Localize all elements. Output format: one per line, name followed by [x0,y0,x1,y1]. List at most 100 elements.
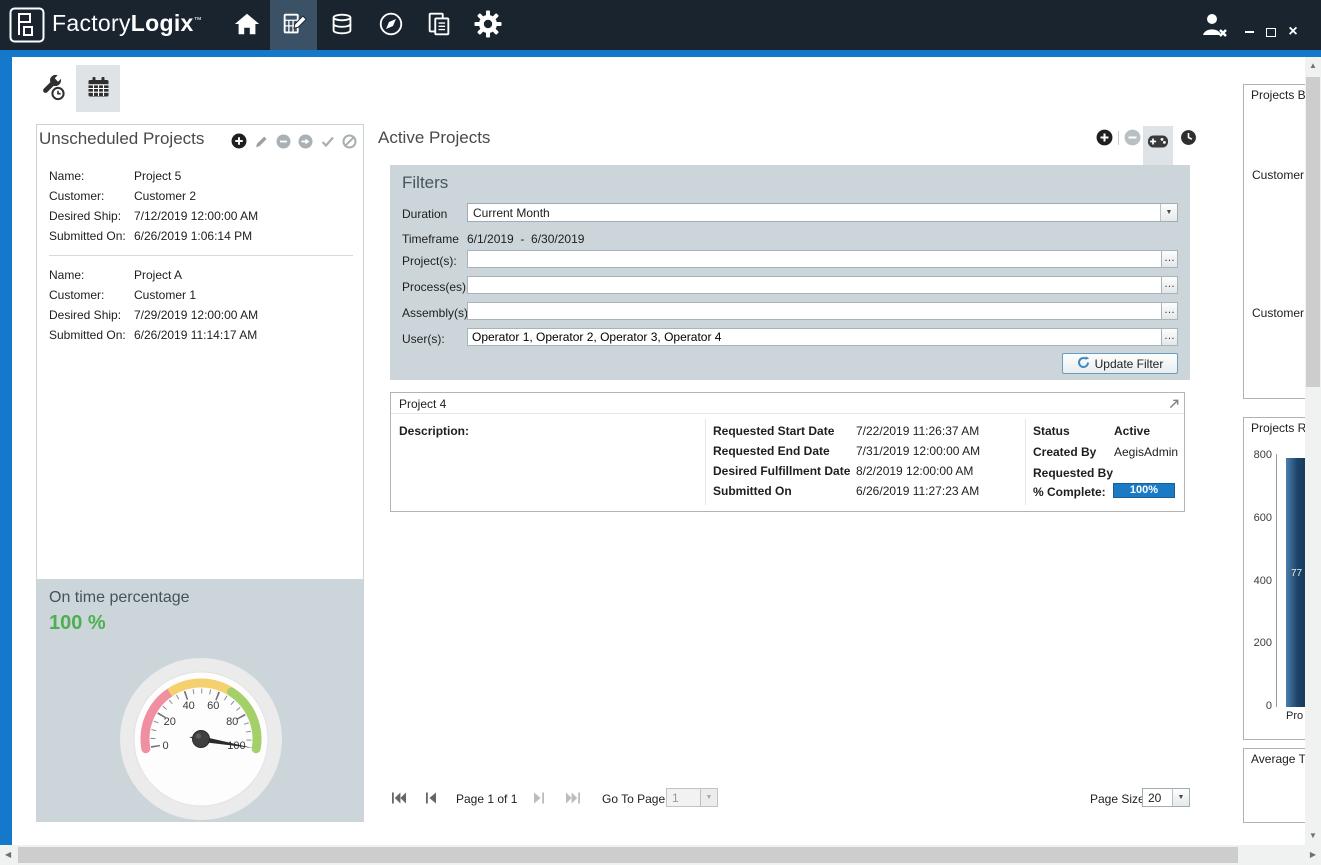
unscheduled-projects-panel: Unscheduled Projects Name:Project 5 Cust… [36,124,364,822]
add-project-button[interactable] [231,133,247,152]
horizontal-scrollbar-thumb[interactable] [18,847,1238,863]
project-card: Project 4 Description: Requested Start D… [390,392,1185,512]
nav-scheduling-button[interactable] [270,0,317,50]
timeframe-value: 6/1/2019 - 6/30/2019 [467,232,584,246]
nav-home-button[interactable] [223,0,270,50]
project-name: Project 5 [134,169,181,183]
nav-settings-button[interactable] [464,0,511,50]
nav-tracking-button[interactable] [367,0,414,50]
y-tick-200: 200 [1246,637,1272,649]
user-logout-button[interactable] [1192,5,1236,47]
update-filter-button[interactable]: Update Filter [1062,353,1178,374]
project-card-header[interactable]: Project 4 [391,393,1184,414]
wrench-clock-icon [39,74,66,104]
assemblies-filter-input[interactable] [467,302,1161,320]
close-button[interactable]: × [1284,24,1302,40]
projects-filter-field: … [467,250,1178,268]
nav-production-button[interactable] [318,0,365,50]
chevron-down-icon[interactable]: ▼ [1172,789,1189,806]
on-time-percentage-panel: On time percentage 100 % 0 20 40 [37,579,363,821]
percent-complete-bar: 100% [1113,483,1175,498]
field-label: Desired Ship: [49,206,134,226]
factorylogix-window: FactoryLogix™ [0,0,1321,865]
projects-remaining-bar[interactable] [1286,458,1305,707]
add-active-project-button[interactable] [1096,129,1113,149]
projects-filter-input[interactable] [467,250,1161,268]
gauge-tick-20: 20 [164,716,176,728]
unscheduled-project-item[interactable]: Name:Project 5 Customer:Customer 2 Desir… [37,157,363,251]
expand-icon[interactable] [1169,398,1179,412]
update-filter-label: Update Filter [1095,357,1164,371]
remove-circle-icon[interactable] [276,134,291,152]
vertical-scrollbar[interactable]: ▲ ▼ [1305,57,1321,845]
legend-customer-1: Customer 1 [1252,306,1305,320]
users-filter-input[interactable] [467,328,1161,346]
ellipsis-button[interactable]: … [1161,250,1178,268]
requested-start-value: 7/22/2019 11:26:37 AM [856,424,979,438]
cancel-block-icon[interactable] [342,134,357,152]
gamepad-icon [1148,135,1168,165]
brand-wordmark: FactoryLogix™ [52,10,202,37]
minimize-icon [1245,31,1254,33]
home-icon [233,10,261,41]
maximize-icon [1266,28,1276,37]
projects-remaining-title: Projects R [1251,421,1305,435]
ellipsis-button[interactable]: … [1161,302,1178,320]
page-indicator: Page 1 of 1 [456,792,517,806]
first-page-button[interactable] [392,792,406,807]
last-page-button[interactable] [566,792,580,807]
chevron-down-icon[interactable]: ▼ [700,789,717,806]
ellipsis-button[interactable]: … [1161,328,1178,346]
nav-documents-button[interactable] [415,0,462,50]
page-size-label: Page Size [1090,792,1145,806]
projects-by-customer-panel: Projects B Customer 2 Customer 1 [1243,84,1305,399]
schedule-grid-pencil-icon [280,10,308,41]
field-label: Submitted On: [49,226,134,246]
filters-heading: Filters [402,173,448,193]
minimize-button[interactable] [1240,24,1258,40]
gauge-tick-80: 80 [226,716,238,728]
card-divider [705,419,706,505]
maximize-button[interactable] [1262,24,1280,40]
goto-page-combo[interactable]: 1 ▼ [666,788,718,807]
average-panel-title: Average T [1251,752,1305,766]
scroll-up-arrow[interactable]: ▲ [1309,62,1317,70]
unscheduled-project-item[interactable]: Name:Project A Customer:Customer 1 Desir… [37,256,363,350]
scroll-left-arrow[interactable]: ◀ [5,851,11,859]
accept-check-icon[interactable] [320,134,335,152]
y-tick-0: 0 [1246,700,1272,712]
duration-select[interactable]: Current Month ▼ [467,203,1178,222]
project-name: Project A [134,268,182,282]
users-filter-label: User(s): [402,332,445,346]
history-clock-button[interactable] [1180,129,1197,149]
y-tick-400: 400 [1246,575,1272,587]
chevron-down-icon[interactable]: ▼ [1160,204,1177,221]
processes-filter-field: … [467,276,1178,294]
next-page-button[interactable] [532,792,544,807]
edit-pencil-icon[interactable] [254,134,269,152]
y-tick-600: 600 [1246,512,1272,524]
processes-filter-input[interactable] [467,276,1161,294]
previous-page-button[interactable] [426,792,438,807]
ellipsis-button[interactable]: … [1161,276,1178,294]
percent-complete-label: % Complete: [1033,485,1106,499]
gauge-tick-0: 0 [163,740,169,752]
scroll-right-arrow[interactable]: ▶ [1310,851,1316,859]
remove-active-project-button[interactable] [1124,129,1141,149]
scroll-down-arrow[interactable]: ▼ [1309,832,1317,840]
tab-tools[interactable] [30,65,74,112]
compass-icon [377,10,405,41]
goto-page-value: 1 [667,791,700,805]
average-panel: Average T [1243,748,1305,823]
project-customer: Customer 1 [134,288,196,302]
card-divider [1025,419,1026,505]
horizontal-scrollbar[interactable]: ◀ ▶ [0,845,1321,865]
active-projects-title: Active Projects [378,128,490,148]
x-axis-label: Pro [1286,710,1303,722]
page-size-select[interactable]: 20 ▼ [1142,788,1190,807]
on-time-gauge: 0 20 40 60 80 100 [81,639,321,821]
tab-schedule[interactable] [76,65,120,112]
vertical-scrollbar-thumb[interactable] [1306,77,1320,387]
move-arrow-circle-icon[interactable] [298,134,313,152]
controller-view-toggle[interactable] [1143,126,1173,165]
